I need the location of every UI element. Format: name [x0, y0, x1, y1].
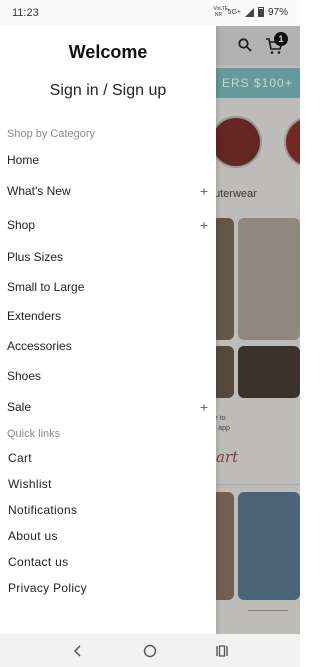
quick-link-privacy-policy[interactable]: Privacy Policy	[8, 581, 87, 595]
menu-item-label: Small to Large	[7, 280, 85, 294]
menu-item-sale[interactable]: Sale +	[7, 396, 210, 418]
menu-item-small-to-large[interactable]: Small to Large	[7, 276, 210, 298]
menu-item-label: Plus Sizes	[7, 250, 64, 264]
quick-link-contact-us[interactable]: Contact us	[8, 555, 68, 569]
home-button[interactable]	[132, 638, 168, 664]
menu-item-label: Accessories	[7, 339, 72, 353]
menu-item-plus-sizes[interactable]: Plus Sizes	[7, 246, 210, 268]
menu-item-shoes[interactable]: Shoes	[7, 365, 210, 387]
recents-button[interactable]	[204, 638, 240, 664]
battery-icon	[257, 7, 264, 17]
menu-item-extenders[interactable]: Extenders	[7, 305, 210, 327]
status-time: 11:23	[12, 7, 39, 19]
volte-indicator: VoLTE NR	[213, 6, 229, 18]
system-nav-bar	[0, 634, 300, 667]
menu-item-accessories[interactable]: Accessories	[7, 335, 210, 357]
sign-in-link[interactable]: Sign in / Sign up	[0, 82, 216, 100]
navigation-drawer: Welcome Sign in / Sign up Shop by Catego…	[0, 26, 216, 634]
menu-item-home[interactable]: Home	[7, 149, 210, 171]
menu-item-label: Home	[7, 153, 40, 167]
expand-plus-icon[interactable]: +	[198, 399, 210, 415]
expand-plus-icon[interactable]: +	[198, 183, 210, 199]
signal-icon	[244, 7, 254, 17]
expand-plus-icon[interactable]: +	[198, 217, 210, 233]
home-icon	[143, 644, 157, 657]
quick-link-about-us[interactable]: About us	[8, 529, 58, 543]
shop-by-category-label: Shop by Category	[7, 128, 96, 140]
menu-item-whats-new[interactable]: What's New +	[7, 180, 210, 202]
menu-item-label: Sale	[7, 400, 32, 414]
quick-link-cart[interactable]: Cart	[8, 451, 32, 465]
back-button[interactable]	[60, 638, 96, 664]
quick-links-label: Quick links	[7, 428, 61, 440]
network-type: 5G+	[227, 8, 241, 16]
quick-link-notifications[interactable]: Notifications	[8, 503, 77, 517]
menu-item-shop[interactable]: Shop +	[7, 214, 210, 236]
menu-item-label: Shop	[7, 218, 36, 232]
recents-icon	[216, 644, 228, 657]
quick-link-wishlist[interactable]: Wishlist	[8, 477, 52, 491]
menu-item-label: Extenders	[7, 309, 62, 323]
battery-level: 97%	[267, 6, 288, 18]
menu-item-label: Shoes	[7, 369, 42, 383]
welcome-title: Welcome	[68, 42, 148, 62]
menu-item-label: What's New	[7, 184, 71, 198]
status-indicators: VoLTE NR 5G+ 97%	[214, 6, 288, 18]
status-bar: 11:23 VoLTE NR 5G+ 97%	[0, 0, 300, 26]
back-icon	[73, 644, 81, 657]
